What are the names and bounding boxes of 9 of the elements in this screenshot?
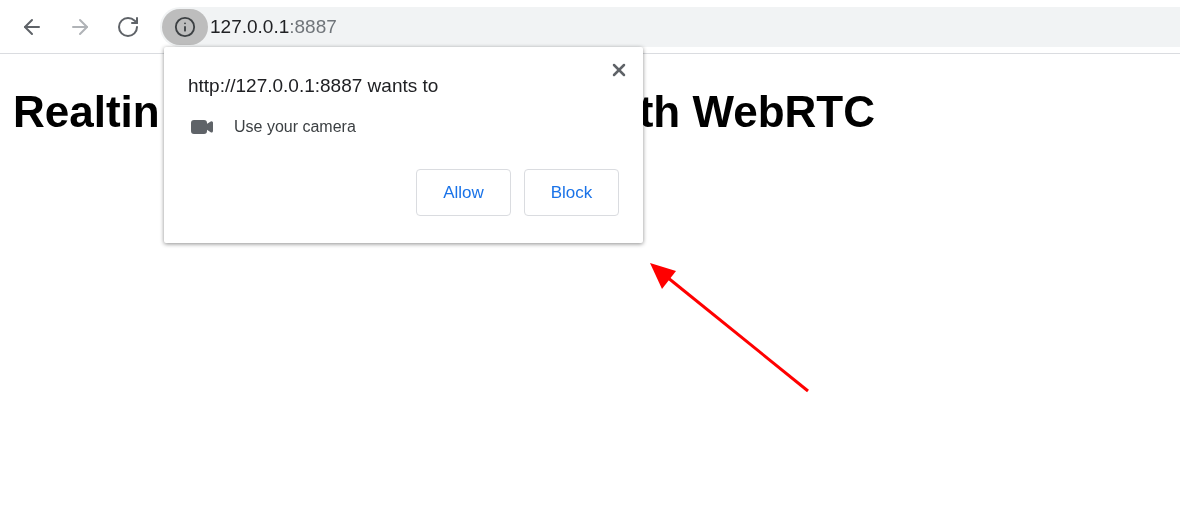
- address-bar[interactable]: 127.0.0.1:8887: [160, 6, 1180, 47]
- page-heading: Realtin: [13, 86, 160, 138]
- info-icon[interactable]: [162, 8, 208, 45]
- reload-icon: [116, 14, 140, 39]
- url-text: 127.0.0.1:8887: [210, 15, 337, 38]
- popup-title: http://127.0.0.1:8887 wants to: [188, 75, 440, 97]
- permission-button[interactable]: Block: [524, 169, 619, 216]
- permission-label: Use your camera: [234, 118, 356, 136]
- permission-button[interactable]: Allow: [416, 169, 511, 216]
